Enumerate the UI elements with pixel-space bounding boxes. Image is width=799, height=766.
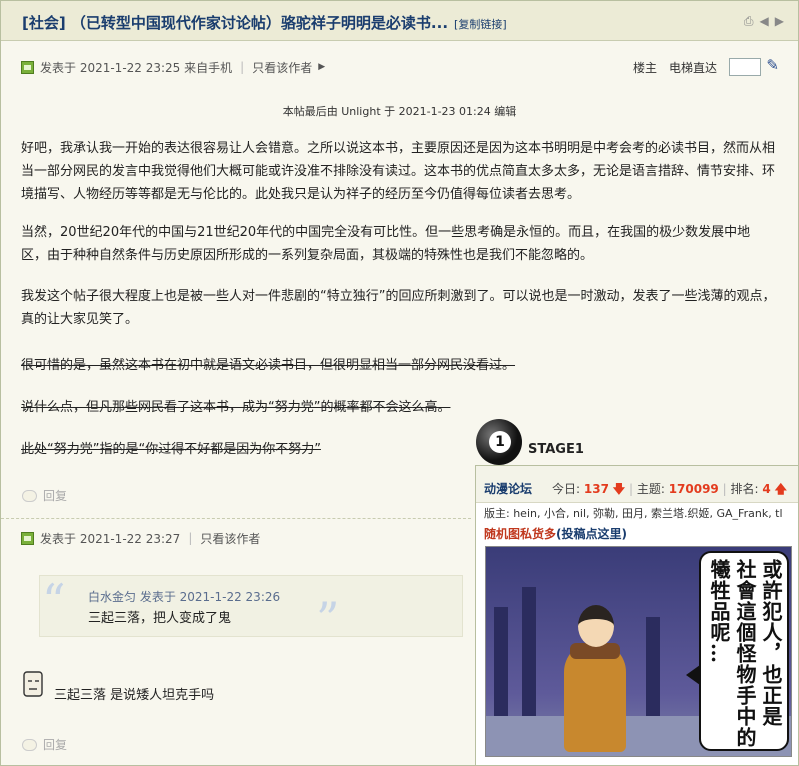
rank-value: 4 (762, 482, 771, 496)
ad-moderators: 版主: hein, 小合, nil, 弥勒, 田月, 索兰塔.织姬, GA_Fr… (484, 507, 783, 520)
topics-value: 170099 (668, 482, 719, 496)
topics-label: 主题: (636, 482, 665, 496)
thread-title-bar: [社会] （已转型中国现代作家讨论帖）骆驼祥子明明是必读书... [复制链接] ⎙… (1, 1, 798, 41)
post2-meta: 发表于 2021-1-22 23:27 (40, 531, 181, 546)
thread-title-text: [社会] （已转型中国现代作家讨论帖）骆驼祥子明明是必读书... (22, 14, 449, 32)
separator: | (628, 482, 633, 496)
quote-text: 三起三落，把人变成了鬼 (88, 611, 232, 626)
reply-bubble-icon (22, 738, 37, 751)
post-divider (1, 518, 471, 519)
rank-label: 排名: (730, 482, 759, 496)
building-silhouette (494, 607, 508, 727)
today-value: 137 (583, 482, 609, 496)
separator: | (722, 482, 727, 496)
ad-stats: 今日: 137 🡇 | 主题: 170099 | 排名: 4 🡅 (552, 480, 787, 501)
online-status-icon (21, 60, 34, 74)
random-image-label[interactable]: 随机图私货多 (484, 527, 556, 541)
comic-image[interactable]: 或許犯人，也正是 社會這個怪物手中的 犧牲品呢… (485, 546, 792, 757)
floor-label: 楼主 (632, 60, 657, 75)
ad-header: 动漫论坛 今日: 137 🡇 | 主题: 170099 | 排名: 4 🡅 (476, 466, 798, 503)
post1-header: 发表于 2021-1-22 23:25 来自手机 | 只看该作者 ▶ (21, 59, 325, 75)
post2-reply-text: 三起三落 是说矮人坦克手吗 (54, 688, 215, 703)
strikethrough-text: 很可惜的是，虽然这本书在初中就是语文必读书目，但很明显相当一部分网民没看过。 (21, 358, 516, 373)
elevator-input[interactable] (729, 58, 761, 76)
ad-random-bar: 随机图私货多(投稿点这里) (484, 525, 794, 543)
only-author-link[interactable]: 只看该作者 (200, 530, 260, 547)
quote-author[interactable]: 白水金匀 发表于 2021-1-22 23:26 (88, 588, 280, 605)
comic-text: 或許犯人，也正是 (759, 559, 783, 727)
building-silhouette (522, 587, 536, 727)
stage-ball-icon: 1 (476, 419, 522, 465)
only-author-link[interactable]: 只看该作者 (252, 59, 312, 76)
reply-button[interactable]: 回复 (22, 736, 67, 753)
comic-text: 社會這個怪物手中的 (733, 559, 757, 748)
emoticon-face-icon (23, 671, 43, 697)
post1-paragraph: 好吧，我承认我一开始的表达很容易让人会错意。之所以说这本书，主要原因还是因为这本… (21, 141, 776, 202)
online-status-icon (21, 531, 34, 545)
prev-icon[interactable]: ◀ (760, 14, 769, 29)
down-arrow-icon: 🡇 (612, 482, 626, 496)
post2-header: 发表于 2021-1-22 23:27 | 只看该作者 (21, 530, 260, 546)
quote-block: “ ” 白水金匀 发表于 2021-1-22 23:26 三起三落，把人变成了鬼 (39, 574, 463, 642)
separator: | (188, 531, 193, 545)
open-quote-icon: “ (42, 574, 66, 628)
post1-paragraph: 我发这个帖子很大程度上也是被一些人对一件悲剧的“特立独行”的回应所刺激到了。可以… (21, 289, 776, 327)
comic-text: 犧牲品呢… (707, 559, 731, 664)
separator: | (240, 60, 245, 74)
elevator-label: 电梯直达 (668, 60, 717, 75)
speech-bubble-tail (686, 665, 700, 685)
post1-paragraph: 当然，20世纪20年代的中国与21世纪20年代的中国完全没有可比性。但一些思考确… (21, 225, 751, 263)
thread-title: [社会] （已转型中国现代作家讨论帖）骆驼祥子明明是必读书... [复制链接] (22, 12, 507, 33)
reply-bubble-icon (22, 489, 37, 502)
floor-controls: 楼主 电梯直达 (633, 58, 761, 76)
edited-note: 本帖最后由 Unlight 于 2021-1-23 01:24 编辑 (282, 105, 517, 118)
stage-number: 1 (489, 431, 511, 453)
submit-link[interactable]: (投稿点这里) (556, 527, 627, 541)
reply-label: 回复 (43, 489, 68, 503)
stage-label: STAGE1 (528, 441, 584, 457)
copy-link-button[interactable]: [复制链接] (454, 18, 507, 31)
next-icon[interactable]: ▶ (775, 14, 784, 29)
strikethrough-text: 此处“努力党”指的是“你过得不好都是因为你不努力” (21, 442, 321, 457)
edit-pen-icon[interactable]: ✎ (766, 56, 779, 74)
speech-bubble: 或許犯人，也正是 社會這個怪物手中的 犧牲品呢… (699, 551, 789, 751)
post1-meta: 发表于 2021-1-22 23:25 来自手机 (40, 60, 233, 75)
reply-button[interactable]: 回复 (22, 487, 67, 504)
up-arrow-icon: 🡅 (774, 482, 787, 496)
caret-right-icon: ▶ (318, 62, 326, 72)
strikethrough-text: 说什么点，但凡那些网民看了这本书，成为“努力党”的概率都不会这么高。 (21, 400, 451, 415)
close-quote-icon: ” (316, 592, 340, 646)
forum-ad-panel: 动漫论坛 今日: 137 🡇 | 主题: 170099 | 排名: 4 🡅 版主… (475, 465, 799, 766)
comic-character-head (578, 605, 614, 647)
ad-forum-name[interactable]: 动漫论坛 (484, 480, 532, 497)
stage1-banner[interactable]: 1 STAGE1 (476, 419, 584, 465)
today-label: 今日: (552, 482, 581, 496)
building-silhouette (646, 617, 660, 727)
reply-label: 回复 (43, 738, 68, 752)
thread-tools: ⎙ ◀ ▶ (744, 14, 784, 29)
print-icon[interactable]: ⎙ (744, 14, 754, 29)
